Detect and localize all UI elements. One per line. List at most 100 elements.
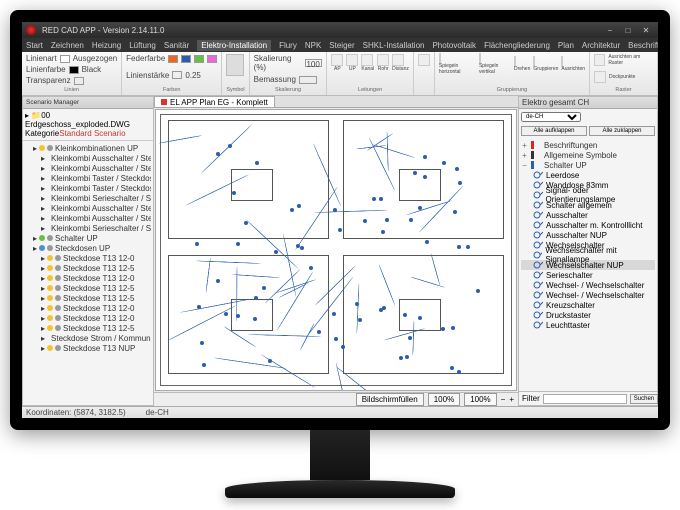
menu-item[interactable]: Zeichnen <box>51 41 84 50</box>
filter-input[interactable] <box>543 394 627 404</box>
menu-item[interactable]: Lüftung <box>129 41 156 50</box>
conduit-icon[interactable] <box>392 54 404 66</box>
drawing-canvas[interactable] <box>155 109 517 391</box>
tree-node[interactable]: ▸Steckdose T13 12-0 <box>25 303 151 313</box>
transparency-select[interactable] <box>74 77 84 85</box>
scenario-tree[interactable]: ▸Kleinkombinationen UP▸Kleinkombi Aussch… <box>23 141 153 405</box>
line-weight-select[interactable] <box>172 71 182 79</box>
symbol-list[interactable]: +Beschriftungen+Allgemeine Symbole−Schal… <box>519 138 657 391</box>
ribbon-group-dimension <box>414 52 435 95</box>
tree-node[interactable]: ▸Steckdose T13 12-0 <box>25 253 151 263</box>
tree-node[interactable]: ▸Kleinkombi Ausschalter / Stec <box>25 163 151 173</box>
dimension-input[interactable] <box>299 76 317 84</box>
tree-node[interactable]: ▸Kleinkombi Serieschalter / St <box>25 193 151 203</box>
line-type-select[interactable] <box>60 55 70 63</box>
dimension-line-icon[interactable] <box>418 54 430 66</box>
tree-node[interactable]: ▸Kleinkombi Ausschalter / Stec <box>25 153 151 163</box>
tree-node[interactable]: ▸Steckdose Strom / Kommunik <box>25 333 151 343</box>
menu-item[interactable]: Beschriften <box>628 41 658 50</box>
tree-node[interactable]: ▸Steckdose T13 12-5 <box>25 323 151 333</box>
tree-node[interactable]: ▸Kleinkombi Taster / Steckdos <box>25 183 151 193</box>
ribbon-group-lines: LinienartAusgezogen LinienfarbeBlack Tra… <box>22 52 122 95</box>
tree-node[interactable]: ▸Kleinkombi Serieschalter / St <box>25 223 151 233</box>
menu-item[interactable]: Photovoltaik <box>432 41 476 50</box>
symbol-item[interactable]: Signal- oder Orientierungslampe <box>521 190 655 200</box>
symbol-button[interactable] <box>226 54 244 76</box>
collapse-all-button[interactable]: Alle zuklappen <box>589 126 655 136</box>
tree-node[interactable]: ▸Kleinkombi Ausschalter / Stec <box>25 213 151 223</box>
color-swatch[interactable] <box>168 55 178 63</box>
tree-node[interactable]: ▸Kleinkombi Taster / Steckdos <box>25 173 151 183</box>
symbol-item[interactable]: Wechsel- / Wechselschalter <box>521 280 655 290</box>
symbol-category[interactable]: +Beschriftungen <box>521 140 655 150</box>
tab-indicator-icon <box>161 99 167 105</box>
snap-grid-icon[interactable] <box>594 54 605 66</box>
line-color-select[interactable] <box>69 66 79 74</box>
tree-node[interactable]: ▸Steckdosen UP <box>25 243 151 253</box>
menu-item[interactable]: Elektro-Installation <box>197 40 271 51</box>
tree-node[interactable]: ▸Steckdose T13 12-5 <box>25 263 151 273</box>
library-lang-select[interactable]: de-CH <box>521 112 581 122</box>
line-color-label: Linienfarbe <box>26 65 66 74</box>
symbol-item[interactable]: Ausschalter <box>521 210 655 220</box>
scale-input[interactable]: 100 <box>305 59 322 67</box>
dock-points-icon[interactable] <box>594 71 606 83</box>
ribbon-group-transform: Spiegeln horizontal Spiegeln vertikal Dr… <box>435 52 590 95</box>
menu-item[interactable]: Plan <box>558 41 574 50</box>
zoom-level-1[interactable]: 100% <box>428 393 460 406</box>
menu-item[interactable]: Flury <box>279 41 297 50</box>
tree-node[interactable]: ▸Kleinkombinationen UP <box>25 143 151 153</box>
symbol-item[interactable]: Druckstaster <box>521 310 655 320</box>
maximize-button[interactable]: □ <box>620 25 636 35</box>
symbol-item[interactable]: Wechselschalter mit Signallampe <box>521 250 655 260</box>
symbol-category[interactable]: −Schalter UP <box>521 160 655 170</box>
file-node[interactable]: 00 Erdgeschoss_exploded.DWG <box>25 111 130 129</box>
menu-item[interactable]: Sanitär <box>164 41 189 50</box>
menu-item[interactable]: NPK <box>305 41 321 50</box>
ribbon-group-symbol: Symbol <box>222 52 249 95</box>
scenario-manager-panel: Scenario Manager ▸ 📁00 Erdgeschoss_explo… <box>22 96 154 406</box>
tree-node[interactable]: ▸Steckdose T13 12-5 <box>25 283 151 293</box>
fit-screen-button[interactable]: Bildschirmfüllen <box>356 393 424 406</box>
zoom-minus-button[interactable]: − <box>501 395 506 404</box>
menu-bar: Start Zeichnen Heizung Lüftung Sanitär Elektr… <box>22 38 658 52</box>
close-button[interactable]: ✕ <box>638 25 654 35</box>
menu-item[interactable]: SHKL-Installation <box>363 41 425 50</box>
tree-node[interactable]: ▸Steckdose T13 NUP <box>25 343 151 353</box>
status-bar: Koordinaten: (5874, 3182.5) de-CH <box>22 406 658 418</box>
menu-item[interactable]: Flächengliederung <box>484 41 550 50</box>
tree-node[interactable]: ▸Kleinkombi Ausschalter / Stec <box>25 203 151 213</box>
conduit-icon[interactable] <box>377 54 389 66</box>
tree-node[interactable]: ▸Steckdose T13 12-5 <box>25 293 151 303</box>
symbol-category[interactable]: +Allgemeine Symbole <box>521 150 655 160</box>
zoom-plus-button[interactable]: + <box>509 395 514 404</box>
color-swatch[interactable] <box>207 55 217 63</box>
color-swatch[interactable] <box>194 55 204 63</box>
menu-item[interactable]: Start <box>26 41 43 50</box>
canvas-footer: Bildschirmfüllen 100% 100% − + <box>154 392 518 406</box>
symbol-item[interactable]: Ausschalter NUP <box>521 230 655 240</box>
menu-item[interactable]: Steiger <box>329 41 354 50</box>
tree-node[interactable]: ▸Schalter UP <box>25 233 151 243</box>
menu-item[interactable]: Heizung <box>92 41 121 50</box>
menu-item[interactable]: Architektur <box>582 41 620 50</box>
symbol-item[interactable]: Leuchttaster <box>521 320 655 330</box>
tree-node[interactable]: ▸Steckdose T13 12-0 <box>25 273 151 283</box>
tree-node[interactable]: ▸Steckdose T13 12-0 <box>25 313 151 323</box>
search-button[interactable]: Suchen <box>630 394 658 404</box>
symbol-item[interactable]: Ausschalter m. Kontrolllicht <box>521 220 655 230</box>
conduit-icon[interactable] <box>346 54 358 66</box>
color-swatch[interactable] <box>181 55 191 63</box>
expand-all-button[interactable]: Alle aufklappen <box>521 126 587 136</box>
document-tab[interactable]: EL APP Plan EG - Komplett <box>154 96 275 107</box>
symbol-item[interactable]: Leerdose <box>521 170 655 180</box>
conduit-icon[interactable] <box>331 54 343 66</box>
document-tabs: EL APP Plan EG - Komplett <box>154 96 518 108</box>
category-select[interactable]: Standard Scenario <box>59 129 125 138</box>
minimize-button[interactable]: − <box>602 25 618 35</box>
zoom-level-2[interactable]: 100% <box>464 393 496 406</box>
symbol-item[interactable]: Kreuzschalter <box>521 300 655 310</box>
symbol-item[interactable]: Serieschalter <box>521 270 655 280</box>
symbol-item[interactable]: Wechsel- / Wechselschalter <box>521 290 655 300</box>
conduit-icon[interactable] <box>361 54 373 66</box>
